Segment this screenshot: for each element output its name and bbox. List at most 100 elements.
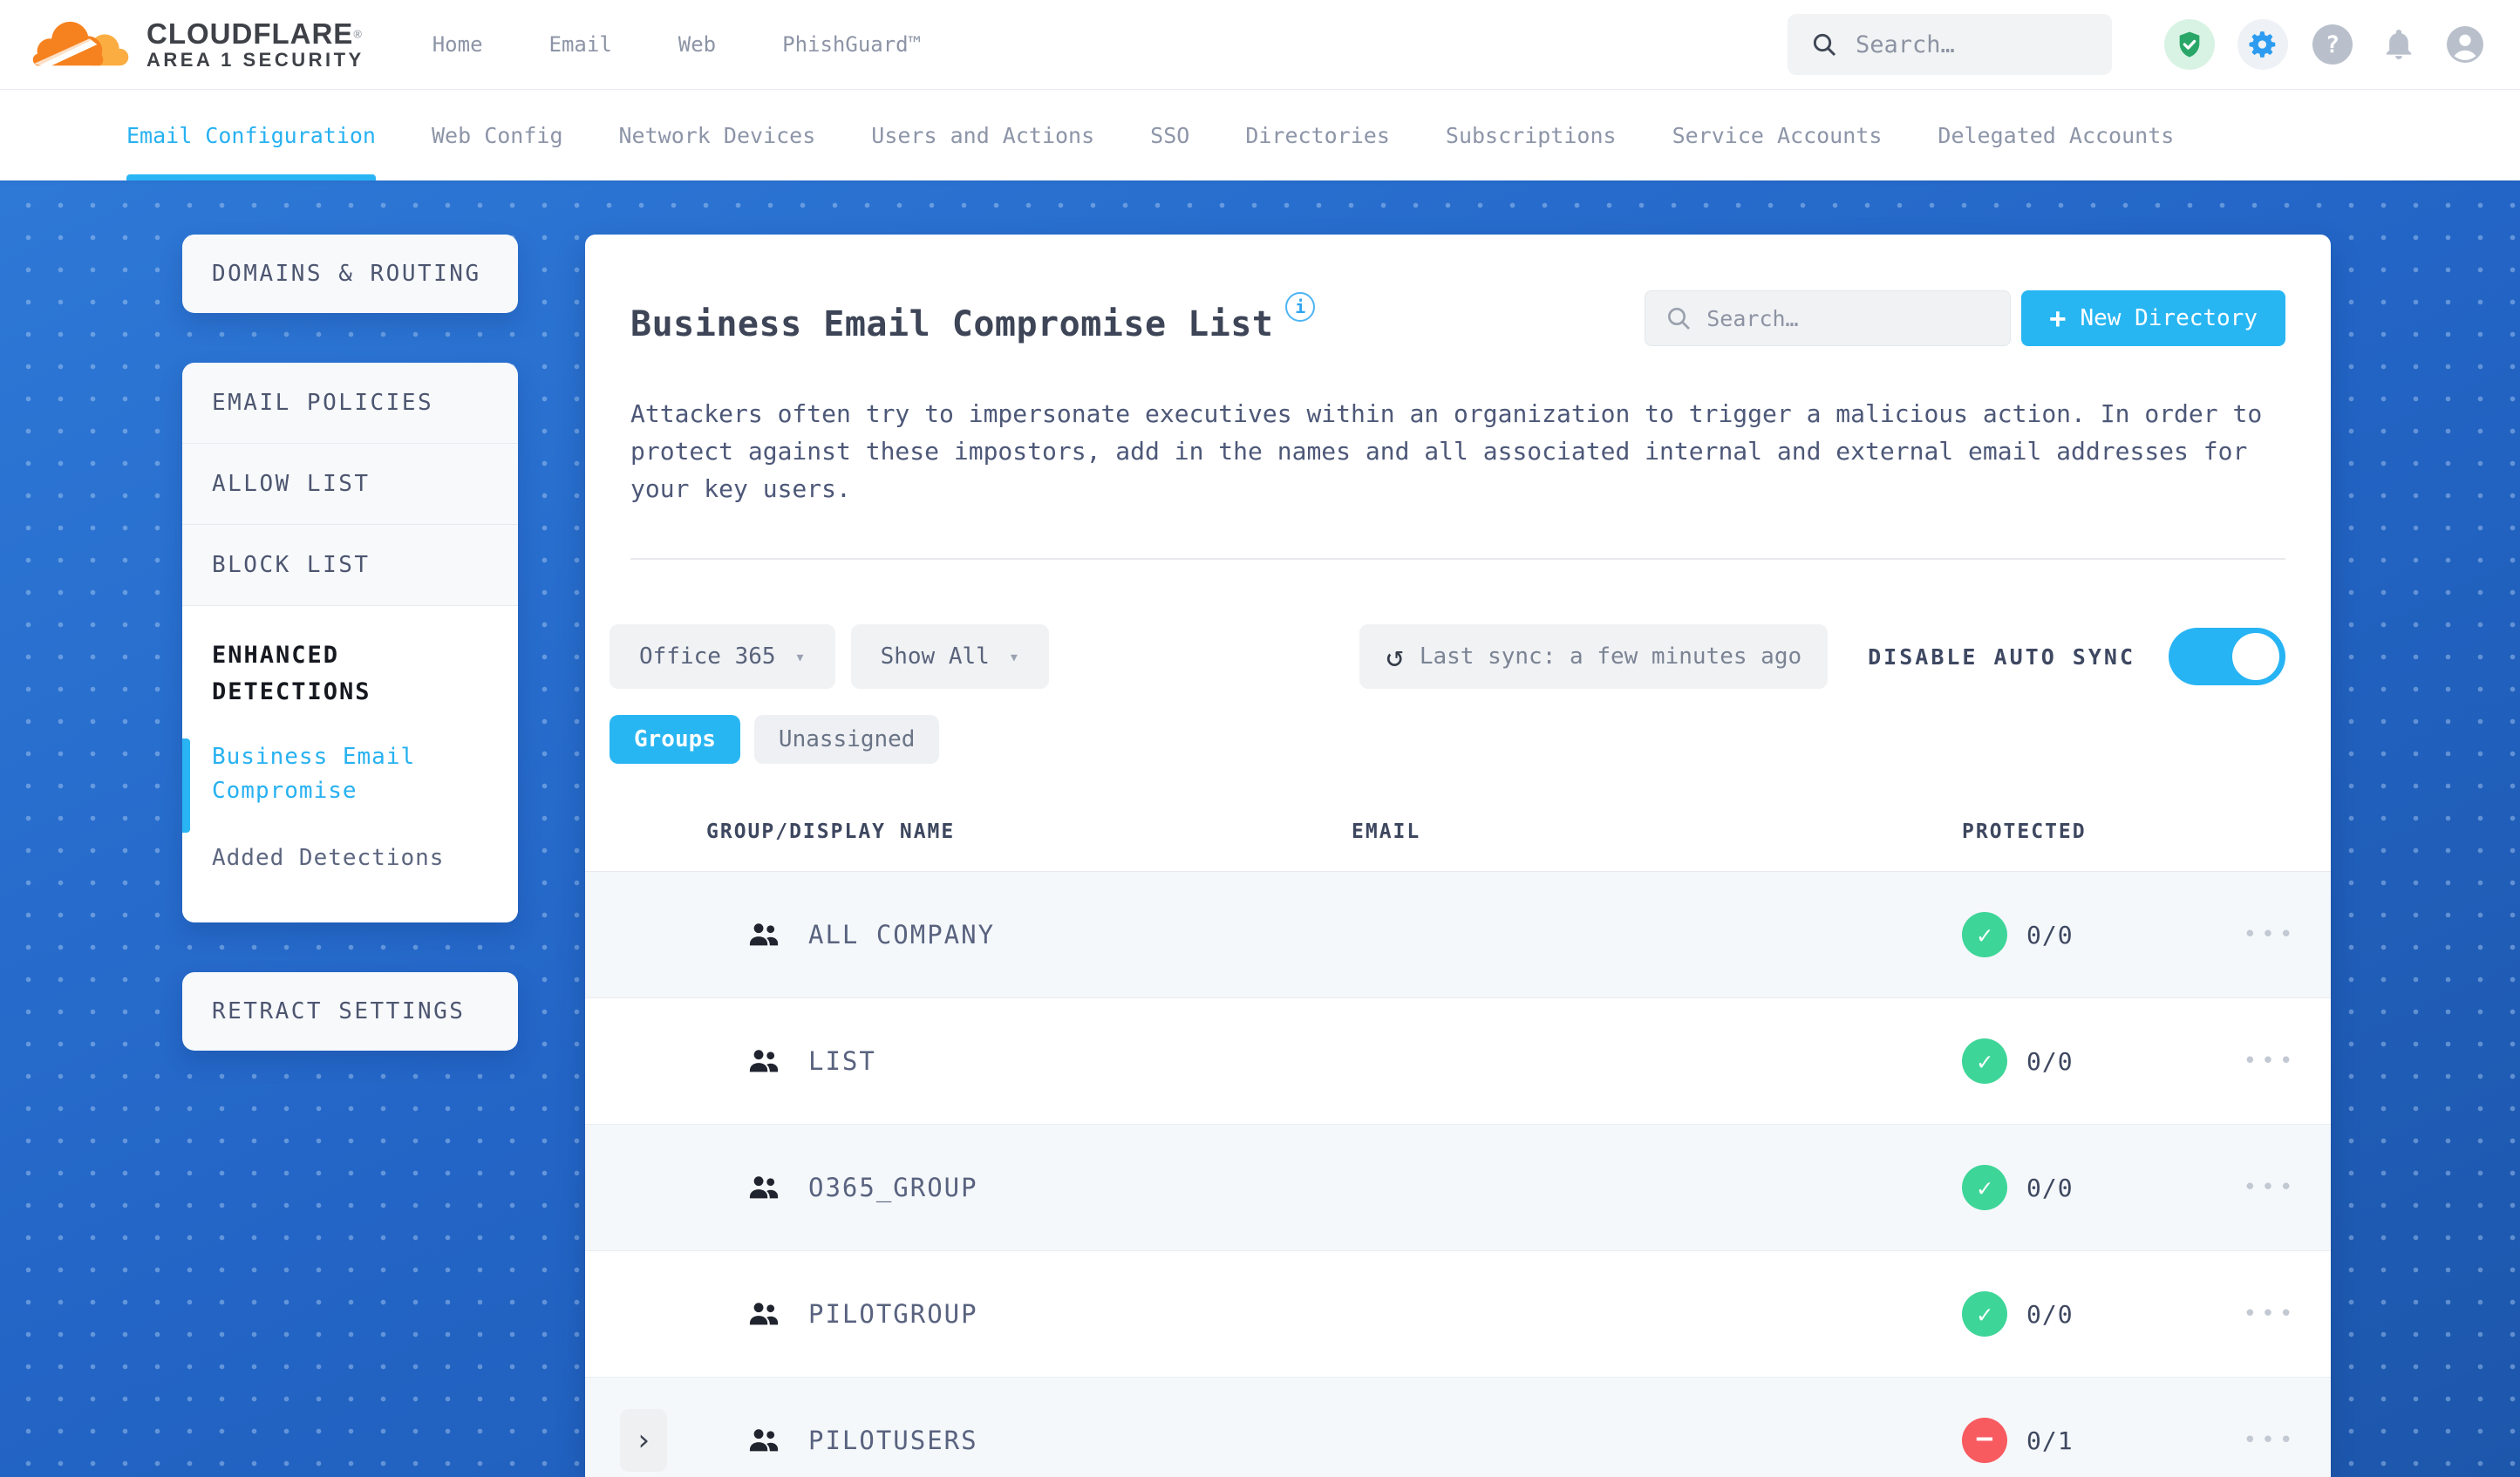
chevron-right-icon: ›: [634, 1423, 653, 1458]
group-people-icon: [749, 1303, 779, 1325]
row-menu-button[interactable]: •••: [2210, 1174, 2331, 1201]
section-tab[interactable]: Service Accounts: [1672, 90, 1883, 180]
top-app-bar: CLOUDFLARE® AREA 1 SECURITY Home Email Web…: [0, 0, 2520, 90]
section-tab[interactable]: Web Config: [432, 90, 563, 180]
settings-gear-icon[interactable]: [2237, 19, 2288, 70]
table-header: GROUP/DISPLAY NAME EMAIL PROTECTED: [585, 764, 2331, 872]
global-search[interactable]: [1788, 14, 2112, 75]
section-tab[interactable]: Subscriptions: [1446, 90, 1617, 180]
info-icon[interactable]: i: [1285, 292, 1316, 322]
search-icon: [1668, 308, 1691, 330]
group-name: O365_GROUP: [808, 1173, 978, 1202]
section-tabs: Email Configuration Web Config Network Dev…: [0, 90, 2520, 180]
section-tab[interactable]: Email Configuration: [126, 90, 376, 180]
top-nav-link[interactable]: Web: [678, 32, 716, 57]
section-tab[interactable]: Directories: [1245, 90, 1390, 180]
group-name: LIST: [808, 1046, 876, 1076]
row-menu-button[interactable]: •••: [2210, 922, 2331, 948]
check-icon: ✓: [1977, 1046, 1992, 1076]
column-header-group-name: GROUP/DISPLAY NAME: [706, 820, 956, 843]
help-glyph: ?: [2325, 31, 2340, 58]
O365_GROUP[interactable]: › O365_GROUP ✓− 0/0: [585, 1125, 2331, 1251]
protected-status-badge: ✓−: [1962, 1418, 2007, 1463]
settings-sidebar: DOMAINS & ROUTING EMAIL POLICIES ALLOW L…: [182, 235, 518, 1051]
plus-icon: +: [2049, 302, 2067, 335]
logo-trademark: ®: [353, 27, 362, 41]
group-people-icon: [749, 923, 779, 946]
sidebar-item-block-list[interactable]: BLOCK LIST: [182, 525, 518, 606]
protected-count: 0/0: [2026, 920, 2074, 950]
group-name: PILOTGROUP: [808, 1299, 978, 1329]
top-nav-link[interactable]: Email: [549, 32, 612, 57]
notifications-bell-icon[interactable]: [2377, 23, 2421, 66]
group-people-icon: [749, 1429, 779, 1452]
section-tab[interactable]: Delegated Accounts: [1938, 90, 2174, 180]
page-description: Attackers often try to impersonate execu…: [630, 399, 2263, 503]
LIST[interactable]: › LIST ✓− 0/0: [585, 998, 2331, 1125]
protected-status-badge: ✓−: [1962, 1165, 2007, 1210]
section-tab[interactable]: SSO: [1150, 90, 1189, 180]
protected-count: 0/0: [2026, 1173, 2074, 1202]
search-icon: [1813, 33, 1836, 57]
list-search-input[interactable]: [1706, 305, 1992, 331]
protected-count: 0/1: [2026, 1426, 2074, 1455]
check-icon: ✓: [1977, 1173, 1992, 1202]
section-tab[interactable]: Network Devices: [619, 90, 816, 180]
auto-sync-label: DISABLE AUTO SYNC: [1868, 643, 2135, 670]
logo-brand-text: CLOUDFLARE: [146, 17, 354, 51]
top-nav-link[interactable]: Home: [432, 32, 483, 57]
top-navigation: Home Email Web PhishGuard™: [432, 32, 921, 57]
sidebar-item-added-detections[interactable]: Added Detections: [212, 841, 488, 875]
new-directory-button[interactable]: + New Directory: [2021, 290, 2285, 346]
section-tab[interactable]: Users and Actions: [871, 90, 1094, 180]
PILOTGROUP[interactable]: › PILOTGROUP ✓− 0/0: [585, 1251, 2331, 1378]
sidebar-item-retract-settings[interactable]: RETRACT SETTINGS: [182, 972, 518, 1051]
chevron-down-icon: ▾: [794, 646, 806, 667]
view-tab[interactable]: Unassigned: [753, 715, 940, 764]
check-icon: ✓: [1977, 920, 1992, 950]
protected-count: 0/0: [2026, 1299, 2074, 1329]
logo-brand: CLOUDFLARE®: [146, 18, 364, 50]
chevron-down-icon: ▾: [1008, 646, 1019, 667]
sidebar-item-email-policies[interactable]: EMAIL POLICIES: [182, 363, 518, 444]
protected-status-badge: ✓−: [1962, 912, 2007, 957]
ALL COMPANY[interactable]: › ALL COMPANY ✓− 0/0: [585, 872, 2331, 998]
row-menu-button[interactable]: •••: [2210, 1427, 2331, 1453]
list-search[interactable]: [1645, 290, 2012, 346]
workspace-background: DOMAINS & ROUTING EMAIL POLICIES ALLOW L…: [0, 180, 2520, 1477]
directory-select[interactable]: Office 365 ▾: [610, 624, 835, 689]
check-icon: ✓: [1977, 1299, 1992, 1329]
auto-sync-toggle[interactable]: [2169, 628, 2285, 685]
row-menu-button[interactable]: •••: [2210, 1048, 2331, 1074]
protected-status-badge: ✓−: [1962, 1291, 2007, 1337]
sidebar-item-business-email-compromise[interactable]: Business Email Compromise: [212, 740, 488, 808]
user-avatar[interactable]: [2443, 23, 2487, 66]
security-shield-icon[interactable]: [2164, 19, 2215, 70]
bec-list-panel: Business Email Compromise Listi + New Di…: [585, 235, 2331, 1477]
group-table: › ALL COMPANY ✓− 0/0: [585, 872, 2331, 1477]
group-people-icon: [749, 1176, 779, 1199]
help-icon[interactable]: ?: [2311, 23, 2354, 66]
global-search-input[interactable]: [1856, 31, 2089, 58]
column-header-email: EMAIL: [1352, 820, 1421, 843]
column-header-protected: PROTECTED: [1962, 820, 2087, 843]
minus-icon: −: [1975, 1421, 1994, 1456]
show-filter-select[interactable]: Show All ▾: [850, 624, 1049, 689]
refresh-icon: ↺: [1386, 639, 1404, 674]
sidebar-item-domains-routing[interactable]: DOMAINS & ROUTING: [182, 235, 518, 313]
sidebar-item-allow-list[interactable]: ALLOW LIST: [182, 444, 518, 525]
expand-row-button[interactable]: ›: [620, 1409, 667, 1472]
sidebar-section-enhanced-detections: ENHANCED DETECTIONS Business Email Compr…: [182, 606, 518, 922]
row-menu-button[interactable]: •••: [2210, 1301, 2331, 1327]
group-name: PILOTUSERS: [808, 1426, 978, 1455]
top-nav-link[interactable]: PhishGuard™: [782, 32, 921, 57]
view-tab[interactable]: Groups: [610, 715, 740, 764]
last-sync-button[interactable]: ↺ Last sync: a few minutes ago: [1359, 624, 1829, 689]
group-name: ALL COMPANY: [808, 920, 996, 950]
cloudflare-cloud-icon: [32, 21, 129, 68]
view-tabs: Groups Unassigned: [585, 689, 2331, 764]
toggle-knob: [2232, 633, 2279, 680]
PILOTUSERS[interactable]: › PILOTUSERS ✓− 0/1: [585, 1378, 2331, 1477]
sidebar-item-enhanced-detections[interactable]: ENHANCED DETECTIONS: [212, 637, 488, 711]
protected-status-badge: ✓−: [1962, 1038, 2007, 1084]
